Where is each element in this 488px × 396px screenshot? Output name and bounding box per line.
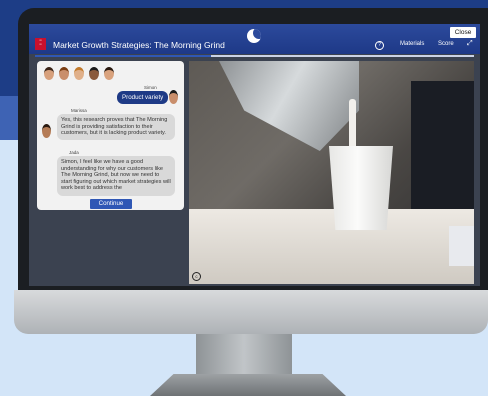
- video-second-cup: [449, 226, 474, 266]
- avatar: [42, 124, 51, 138]
- progress-fill: [35, 55, 211, 57]
- avatar: [169, 90, 178, 104]
- avatar: [44, 67, 54, 80]
- monitor-chin: [14, 290, 488, 334]
- score-button[interactable]: Score: [438, 41, 454, 47]
- continue-button[interactable]: Continue: [90, 199, 132, 209]
- app-logo-icon: [247, 29, 261, 43]
- video-counter-surface: [189, 209, 474, 284]
- help-icon[interactable]: ?: [375, 41, 384, 50]
- monitor-stand-base: [150, 374, 346, 396]
- avatar: [59, 67, 69, 80]
- participant-avatars: [44, 67, 114, 80]
- chat-panel: Simon Product variety Marissa Yes, this …: [37, 61, 184, 210]
- progress-bar: [35, 55, 474, 57]
- monitor-stand-neck: [196, 334, 292, 378]
- expand-icon[interactable]: ⤢: [467, 40, 473, 48]
- app-header: ▪▪ ▪▪ Market Growth Strategies: The Morni…: [29, 24, 480, 54]
- video-cup: [329, 146, 393, 230]
- avatar: [74, 67, 84, 80]
- user-message: Product variety: [117, 91, 169, 104]
- message-speaker: Jada: [69, 150, 79, 155]
- publisher-logo: ▪▪ ▪▪: [35, 38, 46, 50]
- video-milk-stream: [349, 99, 356, 149]
- video-pitcher: [219, 61, 359, 151]
- materials-button[interactable]: Materials: [400, 41, 424, 47]
- close-button[interactable]: Close: [450, 27, 476, 38]
- app-screen: ▪▪ ▪▪ Market Growth Strategies: The Morni…: [29, 24, 480, 286]
- captions-icon[interactable]: c: [192, 272, 201, 281]
- page-title: Market Growth Strategies: The Morning Gr…: [53, 40, 225, 50]
- message-speaker: Marissa: [71, 108, 87, 113]
- user-name: Simon: [144, 85, 157, 90]
- video-player[interactable]: c: [189, 61, 474, 284]
- avatar: [104, 67, 114, 80]
- chat-message: Simon, I feel like we have a good unders…: [57, 156, 175, 196]
- avatar: [89, 67, 99, 80]
- chat-message: Yes, this research proves that The Morni…: [57, 114, 175, 140]
